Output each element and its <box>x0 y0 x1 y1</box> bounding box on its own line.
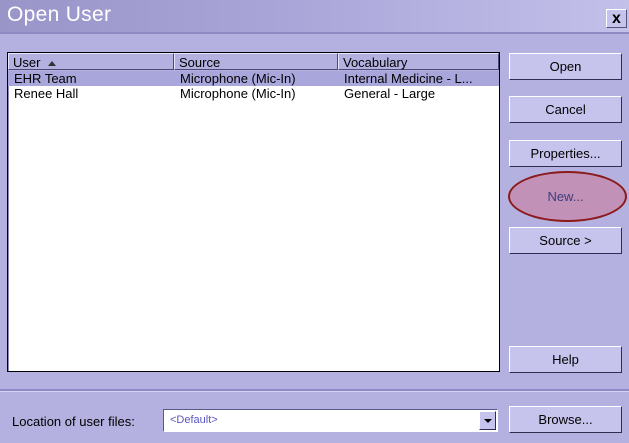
table-row[interactable]: Renee Hall Microphone (Mic-In) General -… <box>8 86 499 101</box>
user-list[interactable]: User Source Vocabulary EHR Team Micropho… <box>7 52 500 372</box>
source-button[interactable]: Source > <box>509 227 622 254</box>
column-header-user[interactable]: User <box>8 53 174 70</box>
open-button[interactable]: Open <box>509 53 622 80</box>
column-header-source-label: Source <box>179 55 221 70</box>
location-dropdown[interactable]: <Default> <box>163 409 498 432</box>
window-title: Open User <box>7 3 112 26</box>
title-divider <box>0 32 629 34</box>
row-vocabulary-cell: General - Large <box>344 86 436 101</box>
cancel-button[interactable]: Cancel <box>509 96 622 123</box>
row-vocabulary-cell: Internal Medicine - L... <box>344 71 473 86</box>
chevron-down-icon <box>484 419 492 423</box>
row-user-cell: Renee Hall <box>14 86 79 101</box>
row-user-cell: EHR Team <box>14 71 77 86</box>
close-button[interactable]: x <box>606 9 627 28</box>
bottom-divider-highlight <box>0 391 629 392</box>
column-header-source[interactable]: Source <box>174 53 338 70</box>
column-header-vocabulary-label: Vocabulary <box>343 55 408 70</box>
open-user-dialog: Open User x User Source Vocabulary EHR T… <box>0 0 629 443</box>
location-value: <Default> <box>170 414 218 426</box>
row-source-cell: Microphone (Mic-In) <box>180 86 296 101</box>
title-bar[interactable]: Open User x <box>0 0 629 32</box>
table-row[interactable]: EHR Team Microphone (Mic-In) Internal Me… <box>8 71 499 86</box>
new-button[interactable]: New... <box>509 183 622 210</box>
column-header-user-label: User <box>13 55 41 70</box>
list-header: User Source Vocabulary <box>8 53 499 71</box>
sort-ascending-icon <box>48 61 57 66</box>
dropdown-arrow-button[interactable] <box>479 411 496 430</box>
help-button[interactable]: Help <box>509 346 622 373</box>
location-label: Location of user files: <box>12 414 135 429</box>
properties-button[interactable]: Properties... <box>509 140 622 167</box>
row-source-cell: Microphone (Mic-In) <box>180 71 296 86</box>
column-header-vocabulary[interactable]: Vocabulary <box>338 53 499 70</box>
browse-button[interactable]: Browse... <box>509 406 622 433</box>
